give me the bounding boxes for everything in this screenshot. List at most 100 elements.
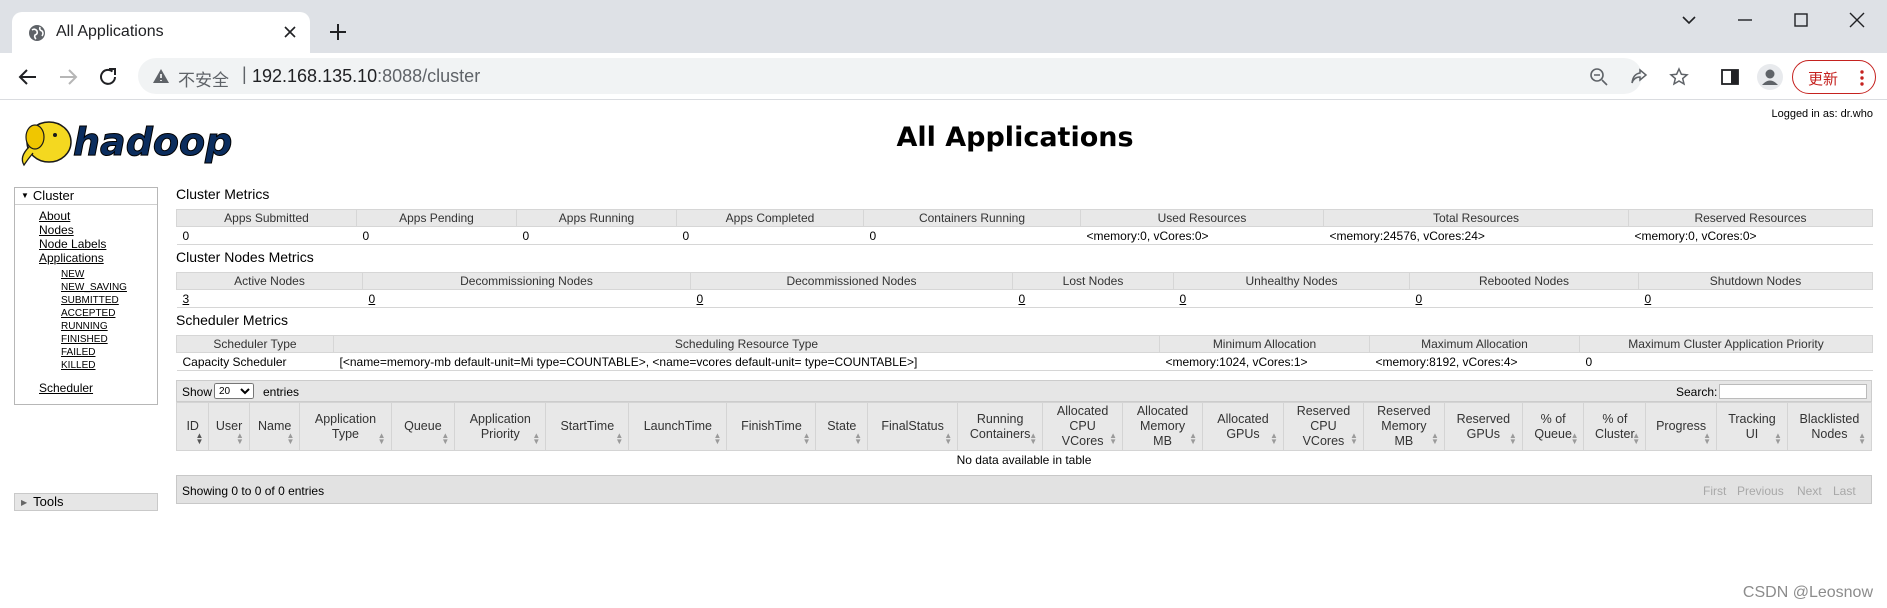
zoom-out-icon[interactable] — [1589, 67, 1609, 87]
sidebar-link-node-labels[interactable]: Node Labels — [39, 237, 106, 251]
sort-arrows-icon[interactable]: ▲ ▼ — [532, 432, 540, 446]
search-input[interactable] — [1719, 384, 1867, 399]
sortable-column-header[interactable]: ID ▲ ▼ — [175, 402, 210, 451]
minimize-icon[interactable] — [1730, 8, 1760, 32]
sortable-column-header[interactable]: FinishTime ▲ ▼ — [726, 402, 817, 451]
warning-icon[interactable] — [152, 67, 170, 85]
sidebar-state-running[interactable]: RUNNING — [61, 321, 108, 332]
active-nodes-link[interactable]: 3 — [183, 292, 190, 306]
pager-first-button[interactable]: First — [1703, 484, 1726, 498]
unhealthy-nodes-link[interactable]: 0 — [1180, 292, 1187, 306]
sortable-column-header[interactable]: Allocated GPUs ▲ ▼ — [1202, 402, 1284, 451]
sort-arrows-icon[interactable]: ▲ ▼ — [944, 432, 952, 446]
scheduler-metrics-title: Scheduler Metrics — [176, 312, 289, 328]
sort-arrows-icon[interactable]: ▲ ▼ — [1189, 432, 1197, 446]
node-metrics-header-row: Active Nodes Decommissioning Nodes Decom… — [176, 272, 1873, 290]
browser-tab[interactable]: All Applications — [12, 12, 310, 53]
sortable-column-header[interactable]: Application Type ▲ ▼ — [299, 402, 392, 451]
sortable-column-header[interactable]: Tracking UI ▲ ▼ — [1716, 402, 1788, 451]
sidebar-state-new[interactable]: NEW — [61, 269, 84, 280]
sort-arrows-icon[interactable]: ▲ ▼ — [1350, 432, 1358, 446]
sort-arrows-icon[interactable]: ▲ ▼ — [714, 432, 722, 446]
sidebar-link-about[interactable]: About — [39, 209, 70, 223]
sort-arrows-icon[interactable]: ▲ ▼ — [1509, 432, 1517, 446]
sortable-column-header[interactable]: LaunchTime ▲ ▼ — [628, 402, 728, 451]
sortable-column-header[interactable]: Application Priority ▲ ▼ — [454, 402, 547, 451]
sort-arrows-icon[interactable]: ▲ ▼ — [1270, 432, 1278, 446]
pager-last-button[interactable]: Last — [1833, 484, 1856, 498]
sort-arrows-icon[interactable]: ▲ ▼ — [195, 432, 203, 446]
sort-arrows-icon[interactable]: ▲ ▼ — [1571, 432, 1579, 446]
sortable-column-header[interactable]: Reserved GPUs ▲ ▼ — [1443, 402, 1523, 451]
close-tab-icon[interactable] — [282, 24, 298, 40]
sidebar-state-new-saving[interactable]: NEW_SAVING — [61, 282, 127, 293]
reload-icon[interactable] — [96, 65, 120, 89]
tab-search-chevron-icon[interactable] — [1674, 8, 1704, 32]
pager-next-button[interactable]: Next — [1797, 484, 1822, 498]
sortable-column-header[interactable]: State ▲ ▼ — [815, 402, 869, 451]
sortable-column-header[interactable]: FinalStatus ▲ ▼ — [867, 402, 959, 451]
sort-arrows-icon[interactable]: ▲ ▼ — [1029, 432, 1037, 446]
maximize-icon[interactable] — [1786, 8, 1816, 32]
sidebar-state-failed[interactable]: FAILED — [61, 347, 95, 358]
rebooted-nodes-link[interactable]: 0 — [1416, 292, 1423, 306]
lost-nodes-link[interactable]: 0 — [1019, 292, 1026, 306]
update-button[interactable]: 更新 — [1792, 60, 1876, 94]
sidebar-state-accepted[interactable]: ACCEPTED — [61, 308, 115, 319]
sort-arrows-icon[interactable]: ▲ ▼ — [441, 432, 449, 446]
sortable-column-header[interactable]: Progress ▲ ▼ — [1645, 402, 1718, 451]
page-size-select[interactable]: 20 — [214, 383, 254, 399]
sort-arrows-icon[interactable]: ▲ ▼ — [1431, 432, 1439, 446]
sidebar-link-nodes[interactable]: Nodes — [39, 223, 74, 237]
sortable-column-header[interactable]: Reserved CPU VCores ▲ ▼ — [1282, 402, 1364, 451]
sort-arrows-icon[interactable]: ▲ ▼ — [1632, 432, 1640, 446]
sortable-column-header[interactable]: Running Containers ▲ ▼ — [957, 402, 1044, 451]
shutdown-nodes-link[interactable]: 0 — [1645, 292, 1652, 306]
sort-arrows-icon[interactable]: ▲ ▼ — [615, 432, 623, 446]
sort-arrows-icon[interactable]: ▲ ▼ — [1703, 432, 1711, 446]
sortable-column-header[interactable]: % of Cluster ▲ ▼ — [1583, 402, 1647, 451]
profile-avatar-icon[interactable] — [1756, 63, 1784, 91]
sort-arrows-icon[interactable]: ▲ ▼ — [1774, 432, 1782, 446]
node-metric-cell: 0 — [1638, 289, 1873, 308]
column-header-label: Progress — [1656, 419, 1707, 433]
sortable-column-header[interactable]: Blacklisted Nodes ▲ ▼ — [1786, 402, 1873, 451]
forward-icon[interactable] — [56, 65, 80, 89]
sortable-column-header[interactable]: Reserved Memory MB ▲ ▼ — [1362, 402, 1445, 451]
sortable-column-header[interactable]: Allocated Memory MB ▲ ▼ — [1122, 402, 1204, 451]
pager-previous-button[interactable]: Previous — [1737, 484, 1784, 498]
side-panel-icon[interactable] — [1718, 65, 1742, 89]
sortable-column-header[interactable]: StartTime ▲ ▼ — [545, 402, 630, 451]
sort-arrows-icon[interactable]: ▲ ▼ — [1858, 432, 1866, 446]
sortable-column-header[interactable]: Name ▲ ▼ — [248, 402, 301, 451]
applications-table: ID ▲ ▼ User ▲ ▼ Name ▲ ▼ Application Type ▲ ▼ Queue ▲ ▼… — [175, 402, 1873, 470]
cluster-menu-header[interactable]: ▼ Cluster — [15, 188, 157, 205]
sort-arrows-icon[interactable]: ▲ ▼ — [854, 432, 862, 446]
decommissioned-nodes-link[interactable]: 0 — [697, 292, 704, 306]
sort-arrows-icon[interactable]: ▲ ▼ — [287, 432, 295, 446]
sidebar-state-submitted[interactable]: SUBMITTED — [61, 295, 119, 306]
sidebar-state-killed[interactable]: KILLED — [61, 360, 95, 371]
sidebar-link-applications[interactable]: Applications — [39, 251, 104, 265]
sort-arrows-icon[interactable]: ▲ ▼ — [1109, 432, 1117, 446]
decommissioning-nodes-link[interactable]: 0 — [369, 292, 376, 306]
sort-arrows-icon[interactable]: ▲ ▼ — [378, 432, 386, 446]
sidebar-link-scheduler[interactable]: Scheduler — [39, 381, 93, 395]
address-bar[interactable]: 不安全 | 192.168.135.10:8088/cluster — [138, 58, 1689, 94]
sort-arrows-icon[interactable]: ▲ ▼ — [803, 432, 811, 446]
more-menu-icon[interactable] — [1855, 69, 1869, 87]
new-tab-icon[interactable] — [326, 20, 350, 44]
globe-icon — [29, 25, 45, 41]
sortable-column-header[interactable]: Queue ▲ ▼ — [390, 402, 456, 451]
share-icon[interactable] — [1629, 67, 1649, 87]
sortable-column-header[interactable]: Allocated CPU VCores ▲ ▼ — [1042, 402, 1124, 451]
bookmark-star-icon[interactable] — [1669, 67, 1689, 87]
close-window-icon[interactable] — [1842, 8, 1872, 32]
sidebar-state-finished[interactable]: FINISHED — [61, 334, 108, 345]
back-icon[interactable] — [16, 65, 40, 89]
metric-value: 0 — [516, 226, 677, 245]
sortable-column-header[interactable]: % of Queue ▲ ▼ — [1521, 402, 1585, 451]
tools-menu[interactable]: ▶ Tools — [14, 493, 158, 511]
sortable-column-header[interactable]: User ▲ ▼ — [208, 402, 250, 451]
sort-arrows-icon[interactable]: ▲ ▼ — [236, 432, 244, 446]
